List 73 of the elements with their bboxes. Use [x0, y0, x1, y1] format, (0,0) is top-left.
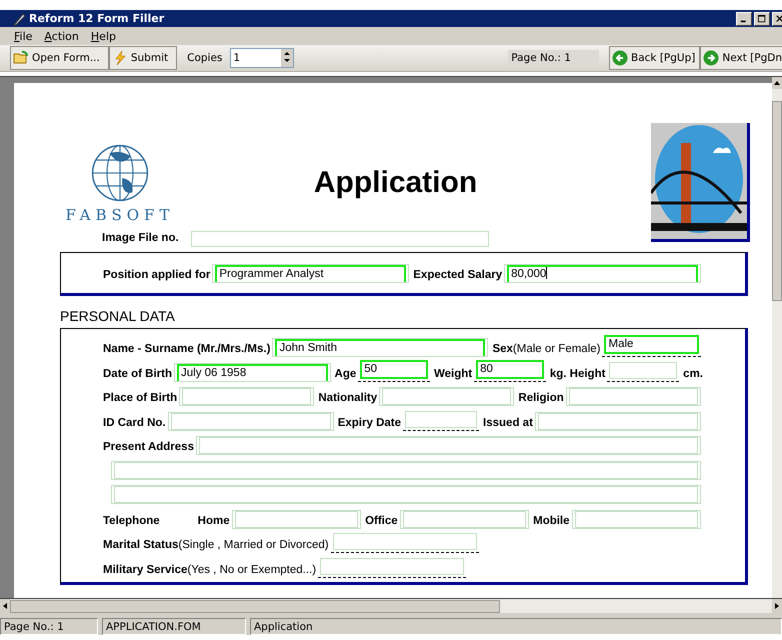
input-field[interactable]: [538, 412, 698, 430]
field-label: Place of Birth: [103, 392, 178, 406]
logo-text: FABSOFT: [66, 206, 174, 224]
input-field[interactable]: Male: [604, 335, 699, 354]
horizontal-scrollbar[interactable]: [0, 598, 782, 613]
field-label: ID Card No.: [103, 416, 166, 430]
input-field[interactable]: John Smith: [275, 339, 486, 356]
close-icon: [776, 14, 782, 22]
field-label: Mobile: [533, 514, 570, 528]
input-field[interactable]: [405, 410, 478, 428]
maximize-button[interactable]: [754, 12, 770, 26]
input-field[interactable]: [382, 388, 512, 405]
vertical-scrollbar[interactable]: [772, 77, 782, 598]
input-field[interactable]: [609, 362, 678, 378]
minimize-button[interactable]: [736, 12, 752, 26]
page-number-label: Page No.: 1: [508, 50, 599, 66]
folder-icon: [13, 50, 29, 66]
field-label: Expiry Date: [338, 416, 401, 430]
field-label: Home: [198, 514, 230, 528]
menu-item[interactable]: Help: [90, 30, 116, 42]
input-field[interactable]: [402, 510, 526, 528]
submit-button[interactable]: Submit: [108, 46, 178, 70]
right-arrow-icon[interactable]: [773, 602, 781, 610]
input-field[interactable]: [320, 558, 464, 574]
copies-spinner[interactable]: 1: [230, 48, 294, 68]
field-label: Position applied for: [103, 268, 210, 282]
left-arrow-icon[interactable]: [1, 602, 9, 610]
field-label: Present Address: [103, 441, 194, 455]
status-panel: APPLICATION.FOM: [102, 618, 246, 635]
field-label: Religion: [518, 392, 564, 406]
copies-label: Copies: [187, 52, 222, 64]
field-label: Image File no.: [102, 232, 179, 246]
field-label: Nationality: [318, 392, 378, 406]
input-field[interactable]: 80,000: [507, 264, 698, 282]
field-label: Telephone: [103, 514, 160, 528]
field-label: cm.: [683, 368, 703, 382]
input-field[interactable]: [182, 388, 312, 405]
field-label: Office: [365, 514, 398, 528]
open-form-button[interactable]: Open Form...: [10, 46, 109, 70]
input-field[interactable]: 80: [476, 360, 544, 378]
menu-item[interactable]: Action: [44, 30, 79, 42]
input-field[interactable]: [574, 510, 698, 528]
input-field[interactable]: [114, 462, 698, 478]
field-label: kg. Height: [550, 368, 606, 382]
input-field[interactable]: [198, 437, 698, 454]
input-field[interactable]: Programmer Analyst: [215, 264, 406, 282]
field-label: Age: [334, 368, 356, 382]
form-title: Application: [312, 166, 478, 200]
section-heading: PERSONAL DATA: [60, 308, 176, 324]
input-field[interactable]: [568, 388, 698, 405]
input-field[interactable]: [114, 486, 698, 503]
maximize-icon: [758, 14, 766, 22]
input-field[interactable]: [234, 510, 358, 528]
input-field[interactable]: [170, 412, 331, 430]
field-label: Date of Birth: [103, 368, 172, 382]
input-field[interactable]: [332, 533, 477, 550]
field-label: Military Service(Yes , No or Exempted...): [103, 564, 316, 578]
menu-item[interactable]: File: [14, 30, 32, 42]
status-panel: Page No.: 1: [0, 618, 98, 635]
next-button[interactable]: Next [PgDn: [700, 46, 782, 70]
input-field[interactable]: [190, 231, 489, 247]
back-button[interactable]: Back [PgUp]: [608, 46, 700, 70]
input-field[interactable]: July 06 1958: [177, 364, 328, 380]
field-label: Marital Status(Single , Married or Divorced): [103, 539, 329, 553]
status-panel: Application: [250, 618, 782, 635]
input-field[interactable]: 50: [360, 360, 428, 378]
field-label: Issued at: [483, 416, 533, 430]
field-label: Sex(Male or Female): [492, 343, 600, 357]
field-label: Name - Surname (Mr./Mrs./Ms.): [103, 343, 270, 357]
window-title: Reform 12 Form Filler: [29, 12, 164, 25]
field-label: Weight: [434, 368, 472, 382]
field-label: Expected Salary: [413, 268, 502, 282]
up-arrow-icon[interactable]: [773, 79, 781, 87]
